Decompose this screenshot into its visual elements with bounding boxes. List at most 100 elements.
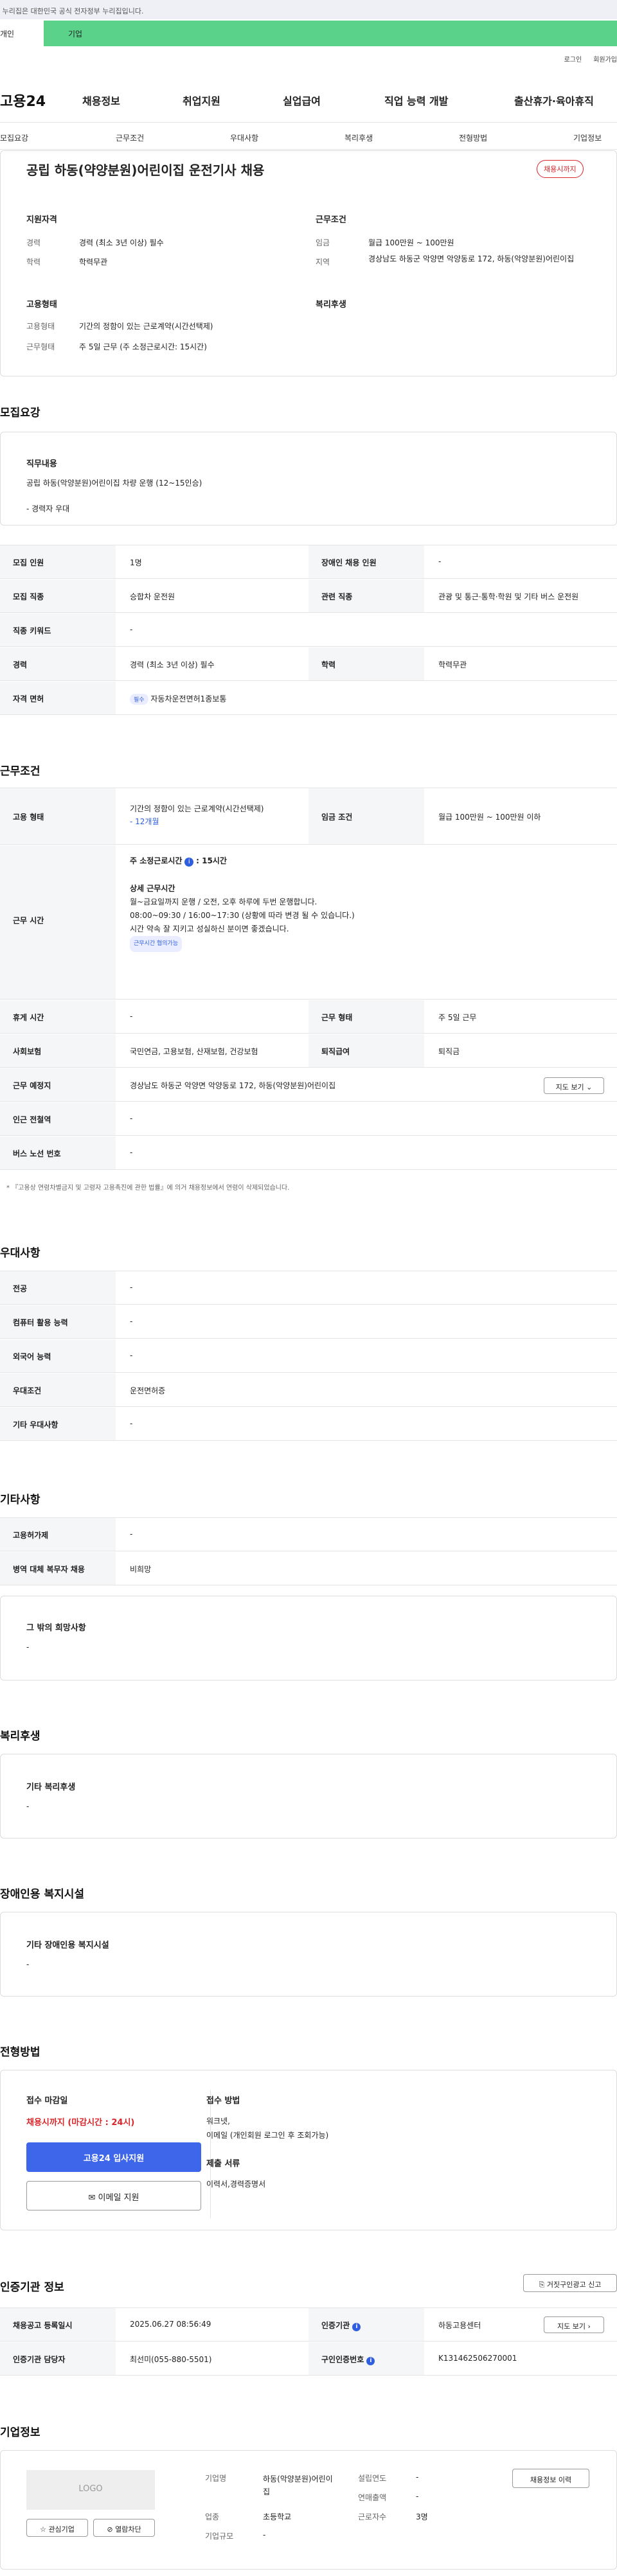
row-value: 주 소정근로시간 i : 15시간 상세 근무시간 월~금요일까지 운행 / 오… [116, 845, 355, 999]
row-header: 고용 형태 [0, 788, 116, 844]
hiring-history-button[interactable]: 채용정보 이력 [512, 2469, 589, 2488]
gnb-item-training[interactable]: 직업 능력 개발 [384, 93, 448, 108]
tab-preference[interactable]: 우대사항 [230, 132, 258, 143]
email-apply-button[interactable]: ✉ 이메일 지원 [26, 2181, 201, 2210]
region-label: 지역 [316, 258, 330, 267]
row-header: 외국어 능력 [0, 1339, 116, 1372]
hours-line: 08:00~09:30 / 16:00~17:30 (상황에 따라 변경 될 수… [130, 911, 355, 920]
login-link[interactable]: 로그인 [564, 57, 582, 64]
preference-heading: 우대사항 [0, 1247, 40, 1260]
map-view-button[interactable]: 지도 보기 ⌄ [544, 1077, 604, 1094]
conditions-heading: 근무조건 [0, 765, 40, 778]
row-header: 퇴직급여 [308, 1034, 424, 1067]
table-row: 컴퓨터 활용 능력 - [0, 1305, 617, 1339]
apply-button[interactable]: 고용24 입사지원 [26, 2142, 201, 2172]
tab-welfare[interactable]: 복리후생 [344, 132, 373, 143]
row-value: 주 5일 근무 [438, 1013, 477, 1022]
row-value: - [438, 557, 442, 566]
emp-heading: 고용형태 [26, 300, 57, 310]
block-label: 열람차단 [115, 2525, 141, 2534]
favorite-company-button[interactable]: ☆ 관심기업 [26, 2519, 88, 2537]
row-header: 인근 전철역 [0, 1102, 116, 1135]
method-value: 워크넷, [206, 2117, 230, 2126]
table-row: 경력 경력 (최소 3년 이상) 필수 학력 학력무관 [0, 648, 617, 681]
tab-company[interactable]: 기업정보 [573, 132, 602, 143]
size-label: 기업규모 [205, 2532, 234, 2541]
info-icon[interactable]: i [184, 858, 194, 867]
row-value: 최선미(055-880-5501) [130, 2355, 212, 2364]
gnb-item-employment-support[interactable]: 취업지원 [183, 93, 220, 108]
email-apply-label: 이메일 지원 [98, 2193, 139, 2203]
tab-recruit[interactable]: 모집요강 [0, 132, 28, 143]
staff-label: 근로자수 [358, 2512, 387, 2521]
industry-value: 초등학교 [263, 2512, 292, 2521]
row-header: 구인인증번호 i [308, 2342, 424, 2375]
row-header: 우대조건 [0, 1373, 116, 1406]
row-header: 직종 키워드 [0, 613, 116, 646]
row-header: 휴게 시간 [0, 1000, 116, 1033]
row-header: 임금 조건 [308, 788, 424, 844]
welfare-box-title: 기타 복리후생 [26, 1783, 76, 1792]
row-value: 필수 자동차운전면허1종보통 [116, 682, 226, 714]
staff-value: 3명 [416, 2512, 428, 2521]
row-value: - [130, 1530, 133, 1539]
table-row: 직종 키워드 - [0, 613, 617, 647]
table-row: 고용허가제 - [0, 1518, 617, 1551]
row-value: 운전면허증 [130, 1386, 166, 1395]
row-header: 버스 노선 번호 [0, 1136, 116, 1169]
deadline-badge: 채용시까지 [537, 160, 584, 178]
info-icon[interactable]: i [366, 2357, 375, 2365]
join-link[interactable]: 회원가입 [593, 57, 617, 64]
disability-box-title: 기타 장애인용 복지시설 [26, 1941, 109, 1950]
row-header: 관련 직종 [308, 579, 424, 612]
etc-box-value: - [26, 1643, 30, 1652]
tab-selection[interactable]: 전형방법 [459, 132, 487, 143]
career-value: 경력 (최소 3년 이상) 필수 [79, 238, 164, 247]
divider [0, 149, 617, 150]
tab-conditions[interactable]: 근무조건 [116, 132, 144, 143]
disability-box: 기타 장애인용 복지시설 - [0, 1912, 617, 1997]
cert-map-label: 지도 보기 [557, 2322, 586, 2331]
row-value: 비희망 [130, 1565, 152, 1574]
tab-enterprise[interactable]: 기업 [44, 21, 617, 46]
cert-map-button[interactable]: 지도 보기 › [544, 2316, 604, 2333]
row-header: 병역 대체 복무자 채용 [0, 1552, 116, 1585]
docs-value: 이력서,경력증명서 [206, 2180, 266, 2189]
gnb-item-jobs[interactable]: 채용정보 [82, 93, 120, 108]
gnb-item-parental-leave[interactable]: 출산휴가·육아휴직 [514, 93, 594, 108]
work-type-label: 근무형태 [26, 342, 55, 351]
sales-value: - [416, 2492, 419, 2501]
tab-individual[interactable]: 개인 [0, 21, 44, 46]
mail-icon: ✉ [88, 2193, 96, 2203]
table-row: 사회보험 국민연금, 고용보험, 산재보험, 건강보험 퇴직급여 퇴직금 [0, 1034, 617, 1068]
row-value: 국민연금, 고용보험, 산재보험, 건강보험 [130, 1047, 258, 1056]
row-header: 기타 우대사항 [0, 1407, 116, 1440]
gnb-item-unemployment[interactable]: 실업급여 [283, 93, 321, 108]
report-fake-ad-button[interactable]: ⎘ 거짓구인광고 신고 [523, 2274, 617, 2292]
career-label: 경력 [26, 238, 41, 247]
map-button-label: 지도 보기 [555, 1083, 584, 1091]
selection-card: 접수 마감일 채용시까지 (마감시간 : 24시) 고용24 입사지원 ✉ 이메… [0, 2070, 617, 2230]
welfare-box-value: - [26, 1802, 30, 1811]
row-value: 학력무관 [438, 660, 467, 669]
welfare-heading: 복리후생 [316, 300, 346, 310]
company-heading: 기업정보 [0, 2426, 40, 2439]
user-type-switch: 개인 기업 [0, 21, 617, 46]
work-type-value: 주 5일 근무 (주 소정근로시간: 15시간) [79, 342, 207, 351]
row-header: 근무 예정지 [0, 1068, 116, 1101]
duty-card: 직무내용 공립 하동(악양분원)어린이집 차량 운행 (12~15인승) - 경… [0, 432, 617, 525]
info-icon[interactable]: i [352, 2323, 361, 2331]
duty-value: 공립 하동(악양분원)어린이집 차량 운행 (12~15인승) [26, 479, 202, 488]
site-logo[interactable]: 고용24 [0, 90, 46, 110]
star-icon: ☆ [40, 2525, 46, 2534]
block-view-button[interactable]: ⊘ 열람차단 [93, 2519, 155, 2537]
emp-value: 기간의 정함이 있는 근로계약(시간선택제) [130, 804, 264, 813]
row-value: - [130, 1351, 133, 1360]
row-header: 모집 직종 [0, 579, 116, 612]
duty-label: 직무내용 [26, 459, 57, 469]
emp-type-label: 고용형태 [26, 322, 55, 331]
hours-title: 주 소정근로시간 [130, 856, 183, 865]
wage-label: 임금 [316, 238, 330, 247]
row-value: 기간의 정함이 있는 근로계약(시간선택제) - 12개월 [116, 788, 264, 844]
row-header: 근무 시간 [0, 845, 116, 999]
